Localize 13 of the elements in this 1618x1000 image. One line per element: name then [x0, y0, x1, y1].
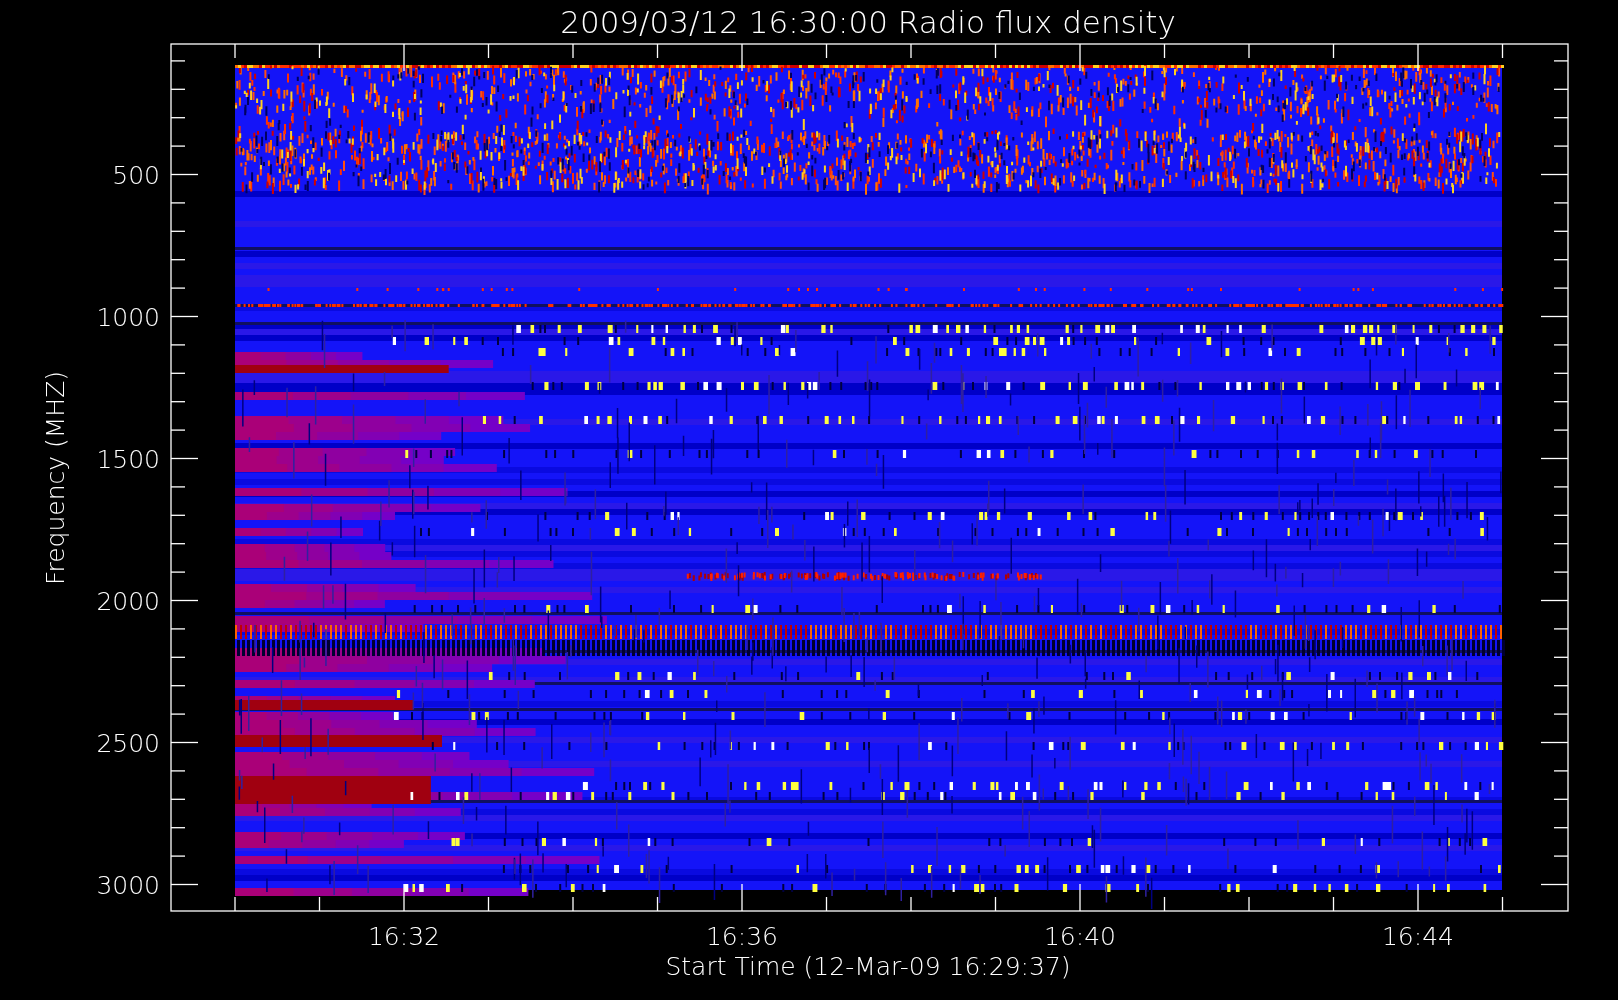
chart-title: 2009/03/12 16:30:00 Radio flux density: [560, 4, 1176, 40]
y-tick-label: 1000: [96, 302, 160, 332]
y-tick-label: 500: [112, 160, 160, 190]
x-tick-label: 16:32: [368, 922, 440, 951]
x-tick-label: 16:36: [706, 922, 778, 951]
x-tick-label: 16:44: [1382, 922, 1454, 951]
x-tick-label: 16:40: [1044, 922, 1116, 951]
y-tick-label: 3000: [96, 870, 160, 900]
y-axis-label: Frequency (MHZ): [41, 370, 70, 586]
y-tick-label: 2000: [96, 586, 160, 616]
y-tick-label: 2500: [96, 728, 160, 758]
x-axis-label: Start Time (12-Mar-09 16:29:37): [665, 952, 1071, 981]
y-tick-label: 1500: [96, 444, 160, 474]
